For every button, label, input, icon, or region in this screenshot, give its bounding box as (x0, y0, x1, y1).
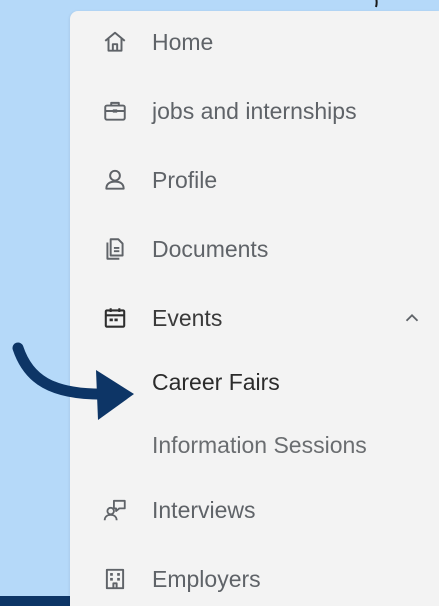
sidebar-item-home[interactable]: Home (70, 18, 439, 66)
pointer-arrow-icon (12, 342, 134, 420)
sidebar-nav: Home jobs and internships Profile Docume… (70, 11, 439, 606)
documents-icon (100, 234, 130, 264)
sidebar-item-interviews[interactable]: Interviews (70, 486, 439, 534)
sidebar-item-events[interactable]: Events (70, 294, 439, 342)
sidebar-item-label: Documents (152, 235, 269, 262)
sidebar-item-label: Events (152, 304, 223, 331)
sidebar-item-documents[interactable]: Documents (70, 225, 439, 273)
briefcase-icon (100, 96, 130, 126)
top-edge-mark (375, 0, 378, 8)
sidebar-item-label: Interviews (152, 496, 256, 523)
sidebar-item-label: Profile (152, 166, 218, 193)
interviews-icon (100, 495, 130, 525)
home-icon (100, 27, 130, 57)
chevron-up-icon[interactable] (401, 307, 423, 329)
sidebar-item-employers[interactable]: Employers (70, 555, 439, 603)
building-icon (100, 564, 130, 594)
sidebar-item-label: jobs and internships (152, 97, 357, 124)
sidebar-item-label: Home (152, 28, 214, 55)
sidebar-subitem-label: Information Sessions (152, 431, 367, 458)
sidebar-item-profile[interactable]: Profile (70, 156, 439, 204)
sidebar-item-jobs[interactable]: jobs and internships (70, 87, 439, 135)
person-icon (100, 165, 130, 195)
calendar-icon (100, 303, 130, 333)
sidebar-item-label: Employers (152, 565, 261, 592)
sidebar-subitem-label: Career Fairs (152, 368, 280, 395)
